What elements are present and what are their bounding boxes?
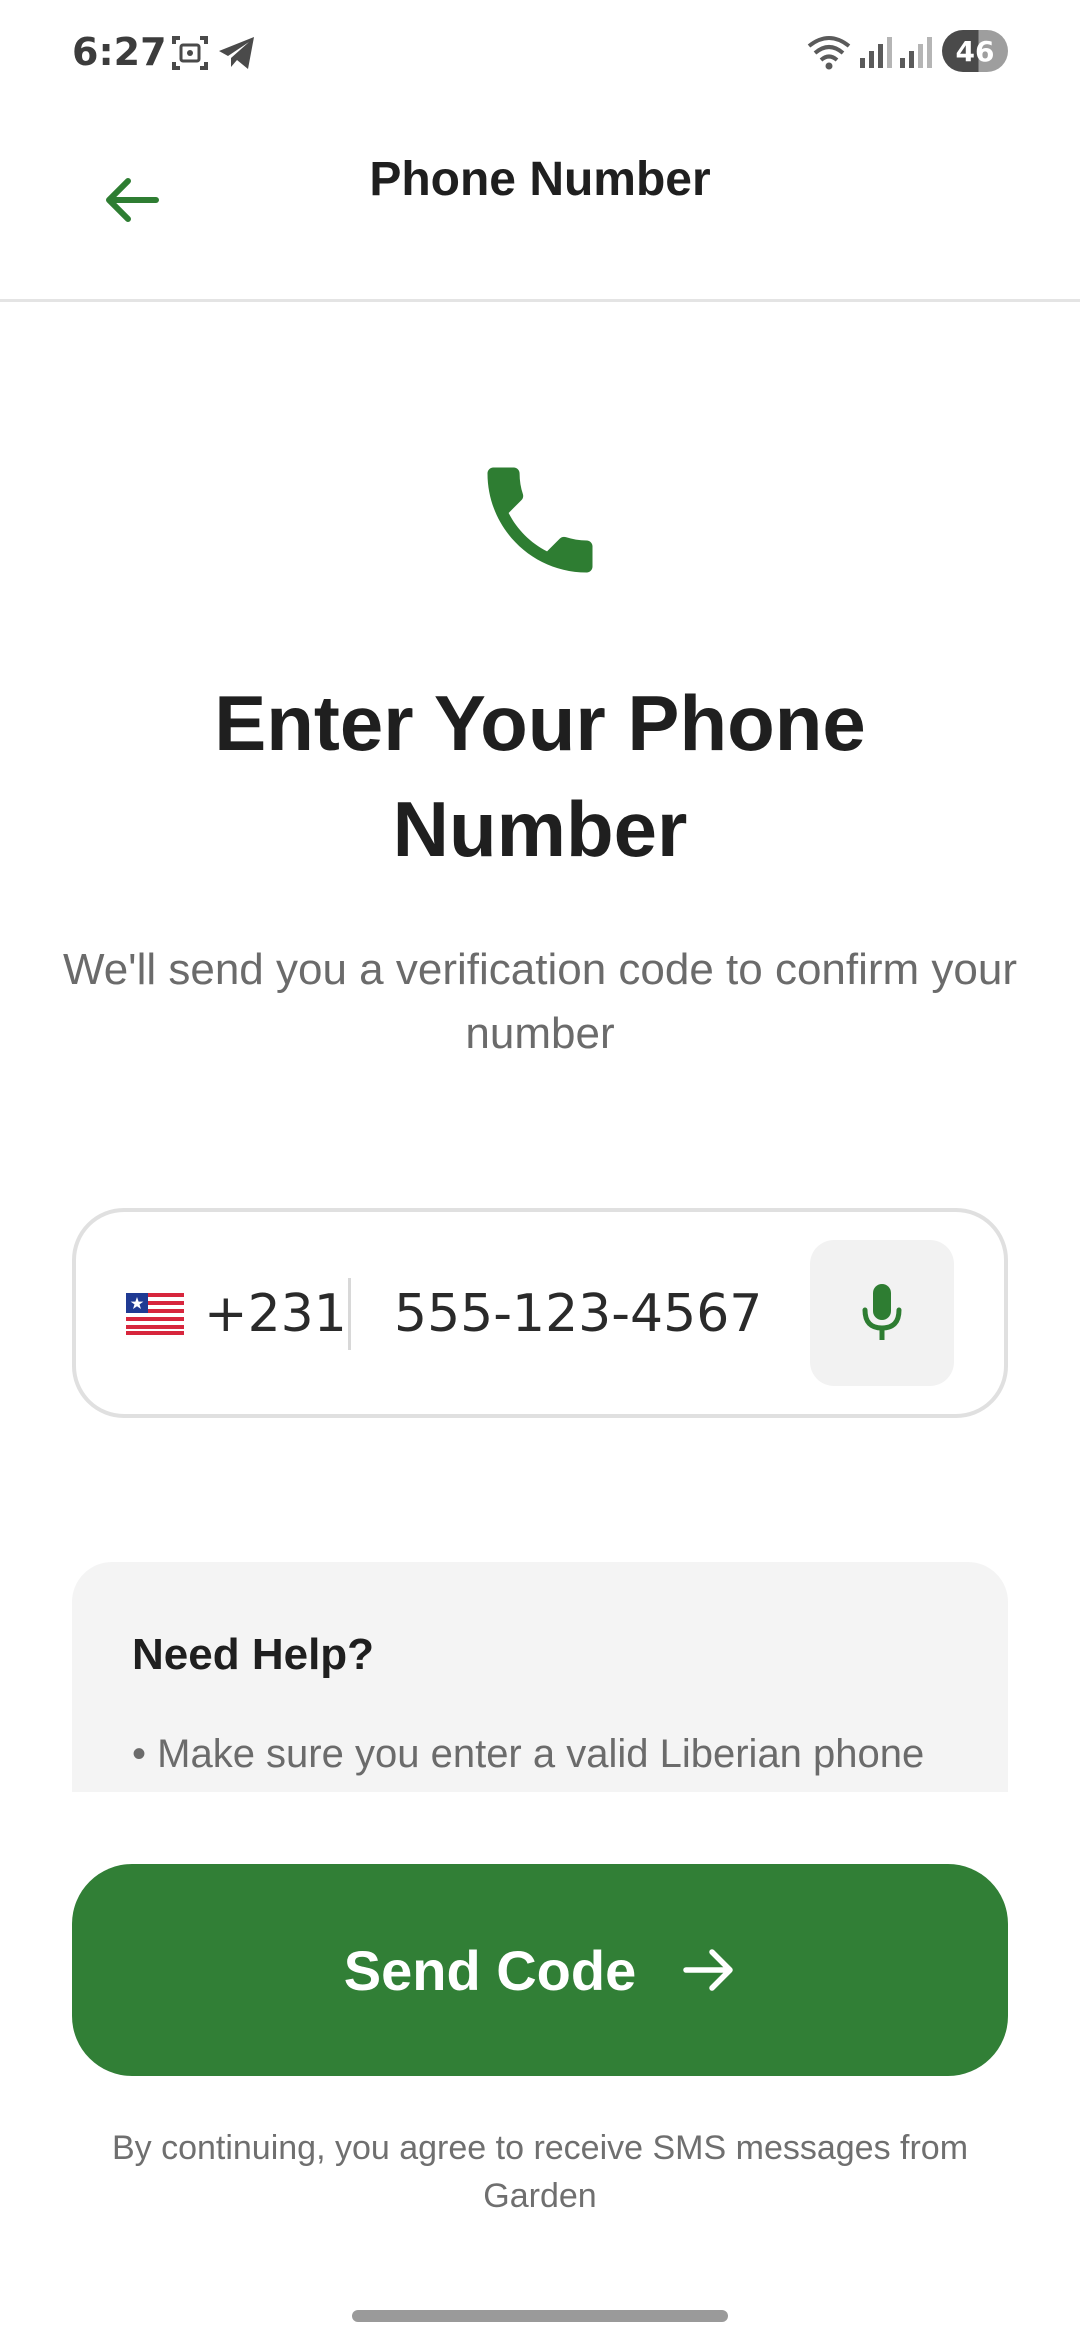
- wifi-icon: [806, 32, 852, 77]
- send-code-button[interactable]: Send Code: [72, 1864, 1008, 2076]
- arrow-right-icon: [683, 1949, 733, 1991]
- status-time: 6:27: [72, 30, 167, 74]
- app-header: Phone Number: [0, 100, 1080, 302]
- main-heading: Enter Your Phone Number: [214, 679, 866, 873]
- battery-indicator: 46: [942, 30, 1008, 72]
- phone-number-input[interactable]: [394, 1272, 834, 1356]
- help-item-text: Make sure you enter a valid Liberian pho…: [157, 1732, 925, 1776]
- subtitle: We'll send you a verification code to co…: [62, 945, 1018, 1058]
- telegram-icon: [216, 34, 258, 77]
- help-list-item: • Make sure you enter a valid Liberian p…: [132, 1732, 925, 1776]
- signal-icon-secondary: [898, 34, 934, 75]
- input-divider: [348, 1278, 351, 1350]
- page-title: Phone Number: [369, 153, 711, 206]
- liberia-flag-icon: [126, 1293, 184, 1335]
- microphone-icon: [862, 1284, 902, 1340]
- help-card: Need Help? • Make sure you enter a valid…: [72, 1562, 1008, 1792]
- phone-input-box: +231: [72, 1208, 1008, 1418]
- send-code-label: Send Code: [343, 1938, 637, 2002]
- home-indicator[interactable]: [352, 2310, 728, 2322]
- country-selector[interactable]: +231: [126, 1272, 347, 1356]
- country-code: +231: [204, 1284, 347, 1344]
- signal-icon: [858, 34, 894, 75]
- screenshot-icon: [170, 34, 210, 77]
- phone-icon: [470, 450, 610, 590]
- help-title: Need Help?: [132, 1630, 375, 1679]
- status-bar: 6:27 46: [0, 0, 1080, 100]
- voice-input-button[interactable]: [810, 1240, 954, 1386]
- sms-disclaimer: By continuing, you agree to receive SMS …: [111, 2129, 969, 2215]
